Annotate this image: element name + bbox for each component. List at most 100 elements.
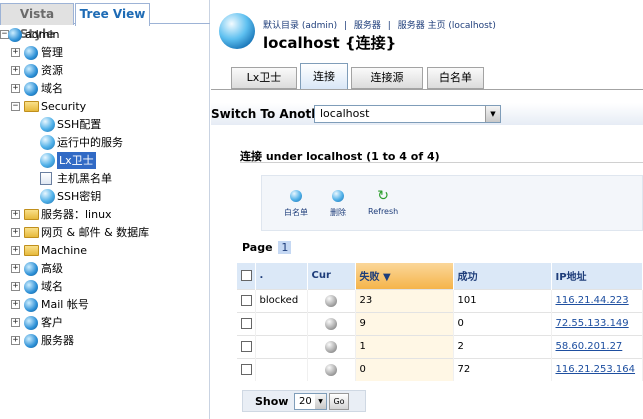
tree-item[interactable]: + 客户	[0, 314, 208, 331]
ip-link[interactable]: 72.55.133.149	[556, 318, 629, 329]
tab-tree-view[interactable]: Tree View	[75, 3, 150, 26]
expand-icon[interactable]: +	[11, 84, 20, 93]
tree-item[interactable]: + 高级	[0, 260, 208, 277]
breadcrumb-server[interactable]: 服务器	[354, 21, 381, 31]
table-row[interactable]: 1 2 58.60.201.27	[237, 334, 643, 358]
tree-item[interactable]: + Mail 帐号	[0, 296, 208, 313]
page-size-select[interactable]: 20 ▼	[294, 393, 327, 410]
delete-button-label: 删除	[330, 208, 346, 217]
table-row[interactable]: blocked 23 101 116.21.44.223	[237, 288, 643, 312]
ip-cell: 116.21.253.164	[551, 357, 643, 381]
fail-cell: 1	[355, 334, 454, 358]
ip-link[interactable]: 116.21.44.223	[556, 295, 629, 306]
tree-item[interactable]: + Machine	[0, 242, 208, 259]
expand-icon[interactable]: +	[11, 246, 20, 255]
tree-item[interactable]: SSH配置	[0, 116, 208, 133]
expand-icon[interactable]: +	[11, 300, 20, 309]
select-all-checkbox[interactable]	[241, 270, 252, 281]
server-select[interactable]: localhost ▼	[314, 105, 501, 123]
tree-item[interactable]: + 资源	[0, 62, 208, 79]
tree-item-label: Mail 帐号	[41, 298, 89, 311]
success-cell: 2	[453, 334, 552, 358]
tab-lx-guard[interactable]: Lx卫士	[231, 67, 297, 89]
cur-cell	[307, 311, 356, 335]
whitelist-button-label: 白名单	[284, 208, 308, 217]
connections-table: . Cur 失败 ▼ 成功 IP地址 blocked 23 101 116.21.44…	[237, 263, 643, 381]
cur-cell	[307, 288, 356, 312]
tab-vista-style[interactable]: Vista Style	[0, 3, 74, 41]
column-success[interactable]: 成功	[453, 263, 552, 289]
table-row[interactable]: 9 0 72.55.133.149	[237, 311, 643, 335]
tab-connection-sources[interactable]: 连接源	[351, 67, 423, 89]
column-status[interactable]: .	[255, 263, 308, 289]
cur-cell	[307, 357, 356, 381]
status-cell: blocked	[255, 288, 308, 312]
tree-item-label: SSH密钥	[57, 190, 102, 203]
expand-icon[interactable]: +	[11, 228, 20, 237]
row-checkbox[interactable]	[241, 364, 252, 375]
row-checkbox[interactable]	[241, 340, 252, 352]
go-button[interactable]: Go	[329, 393, 349, 410]
tab-connections[interactable]: 连接	[300, 63, 348, 90]
status-cell	[255, 334, 308, 358]
tree-item-label: 高级	[41, 262, 63, 275]
tree-item[interactable]: + 域名	[0, 278, 208, 295]
ip-link[interactable]: 116.21.253.164	[556, 364, 636, 375]
tree-item[interactable]: − Security	[0, 98, 208, 115]
tree-item[interactable]: + 域名	[0, 80, 208, 97]
breadcrumb-default-dir[interactable]: 默认目录 (admin)	[263, 21, 337, 31]
folder-open-icon	[24, 101, 39, 112]
expand-icon[interactable]: +	[11, 318, 20, 327]
expand-icon[interactable]: +	[11, 48, 20, 57]
column-ip[interactable]: IP地址	[551, 263, 643, 289]
expand-icon[interactable]: +	[11, 210, 20, 219]
ball-icon	[40, 135, 55, 150]
tree-item[interactable]: 主机黑名单	[0, 170, 208, 187]
page-ball-icon	[219, 13, 255, 49]
tree-item[interactable]: + 网页 & 邮件 & 数据库	[0, 224, 208, 241]
tree-item[interactable]: 运行中的服务	[0, 134, 208, 151]
page-number[interactable]: 1	[278, 241, 292, 254]
tree-item[interactable]: Lx卫士	[0, 152, 208, 169]
row-select-cell	[237, 311, 256, 335]
tree-item-label: 域名	[41, 280, 63, 293]
tree-item[interactable]: + 服务器	[0, 332, 208, 349]
page-size-value: 20	[299, 396, 312, 407]
tree-item[interactable]: + 管理	[0, 44, 208, 61]
user-globe-icon	[8, 28, 22, 42]
tree-item[interactable]: SSH密钥	[0, 188, 208, 205]
expand-icon[interactable]: +	[11, 336, 20, 345]
folder-icon	[24, 245, 39, 256]
row-checkbox[interactable]	[241, 294, 252, 306]
ip-link[interactable]: 58.60.201.27	[556, 341, 623, 352]
expand-icon[interactable]: +	[11, 282, 20, 291]
tree-item-label: 客户	[41, 316, 63, 329]
page-size-bar: Show 20 ▼ Go	[242, 390, 366, 412]
column-cur[interactable]: Cur	[307, 263, 356, 289]
table-row[interactable]: 0 72 116.21.253.164	[237, 357, 643, 381]
left-panel: Vista Style Tree View − admin + 管理 + 资源 + 域名 − Se…	[0, 0, 210, 419]
status-dot-icon	[325, 294, 337, 307]
tree-item-label: 运行中的服务	[57, 136, 123, 149]
tab-divider	[211, 89, 643, 90]
row-checkbox[interactable]	[241, 317, 252, 329]
breadcrumb-server-home[interactable]: 服务器 主页 (localhost)	[398, 21, 496, 31]
globe-icon	[24, 262, 38, 276]
expand-icon[interactable]: +	[11, 66, 20, 75]
dropdown-arrow-icon[interactable]: ▼	[315, 394, 326, 409]
sort-desc-icon: ▼	[382, 272, 391, 284]
column-fail[interactable]: 失败 ▼	[355, 263, 454, 289]
collapse-icon[interactable]: −	[11, 102, 20, 111]
expand-icon[interactable]: +	[11, 264, 20, 273]
ip-cell: 58.60.201.27	[551, 334, 643, 358]
ball-icon	[40, 117, 55, 132]
whitelist-button[interactable]: 白名单	[284, 190, 308, 218]
tab-whitelist[interactable]: 白名单	[427, 67, 484, 89]
row-select-cell	[237, 288, 256, 312]
tree-item[interactable]: − admin	[0, 26, 208, 43]
delete-button[interactable]: 删除	[330, 190, 346, 218]
dropdown-arrow-icon[interactable]: ▼	[485, 106, 500, 122]
tree-item[interactable]: + 服务器：linux	[0, 206, 208, 223]
refresh-button[interactable]: ↻ Refresh	[368, 189, 398, 216]
select-all-header	[237, 263, 256, 289]
